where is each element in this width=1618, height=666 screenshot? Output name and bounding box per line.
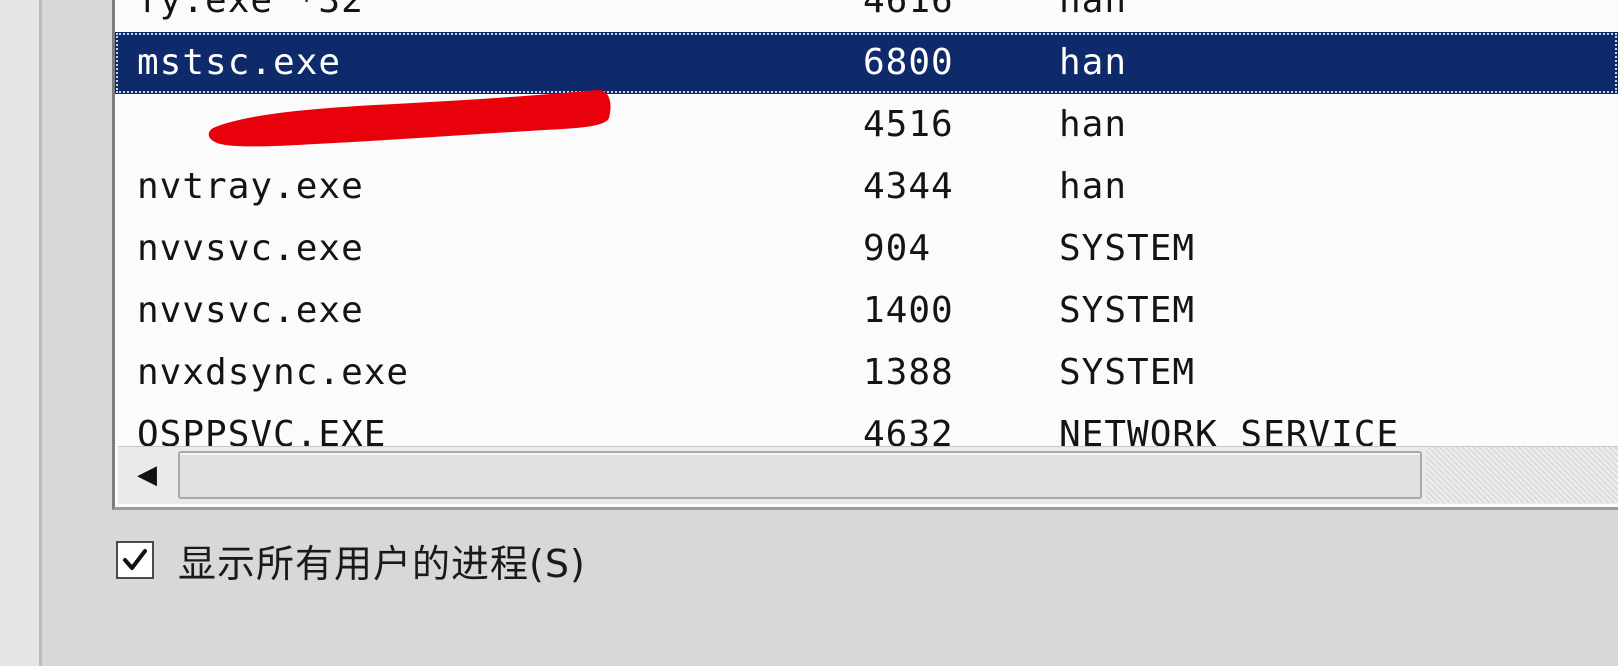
show-all-users-label: 显示所有用户的进程(S): [178, 541, 586, 586]
pid-cell: 904: [863, 228, 932, 269]
horizontal-scrollbar[interactable]: ◀: [118, 446, 1618, 504]
table-row[interactable]: nvvsvc.exe 1400 SYSTEM: [115, 280, 1618, 342]
user-name-cell: SYSTEM: [1059, 290, 1196, 331]
chevron-left-icon: ◀: [137, 460, 157, 490]
user-name-cell: han: [1059, 166, 1128, 207]
scroll-track[interactable]: [1426, 447, 1618, 503]
process-rows: fy.exe *32 4616 han mstsc.exe 6800 han 4…: [115, 0, 1618, 454]
process-name-cell: nvvsvc.exe: [137, 290, 364, 331]
process-name-cell: nvvsvc.exe: [137, 228, 364, 269]
table-row[interactable]: nvvsvc.exe 904 SYSTEM: [115, 218, 1618, 280]
user-name-cell: han: [1059, 42, 1128, 83]
red-redaction-mark: [208, 89, 611, 147]
show-all-users-option[interactable]: 显示所有用户的进程(S): [112, 530, 586, 590]
checkmark-icon: [123, 549, 147, 570]
scroll-thumb[interactable]: [178, 451, 1422, 499]
pid-cell: 1400: [863, 290, 954, 331]
pid-cell: 4616: [863, 0, 954, 21]
scroll-left-button[interactable]: ◀: [118, 447, 176, 503]
table-row[interactable]: fy.exe *32 4616 han: [115, 0, 1618, 32]
show-all-users-checkbox[interactable]: [116, 541, 154, 579]
pid-cell: 4516: [863, 104, 954, 145]
table-row[interactable]: nvxdsync.exe 1388 SYSTEM: [115, 342, 1618, 404]
user-name-cell: SYSTEM: [1059, 352, 1196, 393]
process-name-cell: nvtray.exe: [137, 166, 364, 207]
user-name-cell: SYSTEM: [1059, 228, 1196, 269]
user-name-cell: han: [1059, 104, 1128, 145]
process-name-cell: fy.exe *32: [137, 0, 364, 21]
table-row[interactable]: nvtray.exe 4344 han: [115, 156, 1618, 218]
pid-cell: 4344: [863, 166, 954, 207]
process-list[interactable]: fy.exe *32 4616 han mstsc.exe 6800 han 4…: [112, 0, 1618, 510]
process-name-cell: nvxdsync.exe: [137, 352, 410, 393]
window-left-edge: [0, 0, 42, 666]
user-name-cell: han: [1059, 0, 1128, 21]
pid-cell: 1388: [863, 352, 954, 393]
pid-cell: 6800: [863, 42, 954, 83]
